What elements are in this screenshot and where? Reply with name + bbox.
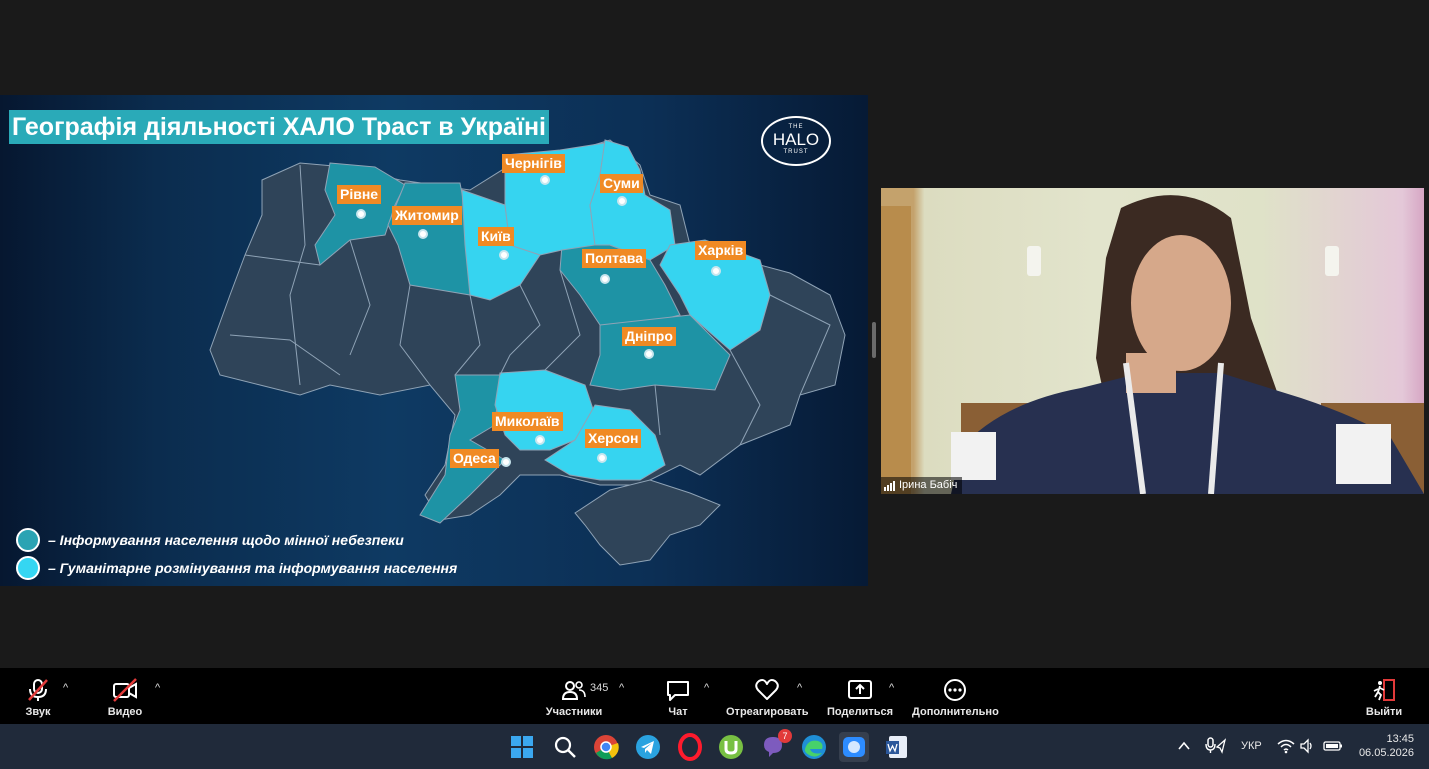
- participants-button[interactable]: Участники: [543, 668, 605, 724]
- more-options-icon: [944, 679, 966, 701]
- utorrent-icon[interactable]: [717, 733, 745, 761]
- city-label-rivne: Рівне: [337, 185, 382, 219]
- chat-button[interactable]: Чат: [656, 668, 700, 724]
- heart-icon: [755, 679, 779, 700]
- legend-swatch: [16, 528, 40, 552]
- more-button[interactable]: Дополнительно: [912, 668, 999, 724]
- video-options-chevron-icon[interactable]: ^: [155, 682, 165, 694]
- city-marker: [501, 457, 511, 467]
- battery-icon[interactable]: [1323, 739, 1343, 753]
- map-region-crimea: [574, 479, 721, 566]
- share-screen-icon: [848, 680, 872, 699]
- search-icon[interactable]: [551, 733, 579, 761]
- city-label-chernihiv: Чернігів: [502, 154, 565, 185]
- ukraine-map: [209, 139, 846, 566]
- windows-start-icon[interactable]: [508, 733, 536, 761]
- word-icon[interactable]: [883, 733, 911, 761]
- participants-icon: [561, 681, 586, 700]
- shared-screen-slide: Географія діяльності ХАЛО Траст в Україн…: [0, 95, 868, 586]
- city-label-kherson: Херсон: [585, 429, 642, 463]
- edge-icon[interactable]: [800, 733, 828, 761]
- participants-count: 345: [590, 682, 609, 694]
- opera-icon[interactable]: [676, 733, 704, 761]
- audio-options-chevron-icon[interactable]: ^: [63, 682, 73, 694]
- windows-taskbar: 7 УКР 13:45 06.05.2026: [0, 724, 1429, 769]
- halo-trust-logo: THE HALO TRUST: [761, 116, 831, 166]
- zoom-app[interactable]: [839, 732, 869, 762]
- clock-time: 13:45: [1386, 733, 1414, 745]
- chat-options-chevron-icon[interactable]: ^: [704, 682, 714, 694]
- split-view-handle[interactable]: [872, 322, 876, 358]
- telegram-icon[interactable]: [634, 733, 662, 761]
- connection-signal-icon: [884, 480, 895, 491]
- leave-door-icon: [1373, 679, 1395, 701]
- meeting-toolbar: Звук ^ Видео ^ Участники 345 ^ Чат ^ Отр…: [0, 668, 1429, 724]
- city-label-poltava: Полтава: [582, 249, 647, 284]
- city-label-dnipro: Дніпро: [622, 327, 676, 359]
- city-label-kharkiv: Харків: [695, 241, 747, 276]
- city-label-kyiv: Київ: [478, 227, 514, 260]
- participant-name: Ірина Бабіч: [899, 479, 958, 491]
- share-options-chevron-icon[interactable]: ^: [889, 682, 899, 694]
- city-marker: [418, 229, 428, 239]
- chat-icon: [667, 681, 689, 701]
- city-marker: [597, 453, 607, 463]
- wifi-icon[interactable]: [1277, 738, 1295, 754]
- zoom-icon: [843, 737, 865, 757]
- city-marker: [617, 196, 627, 206]
- participant-person: [951, 195, 1424, 494]
- city-marker: [600, 274, 610, 284]
- city-label-mykolaiv: Миколаїв: [492, 412, 563, 445]
- chevron-up-icon[interactable]: [1175, 737, 1193, 755]
- city-marker: [644, 349, 654, 359]
- slide-title: Географія діяльності ХАЛО Траст в Україн…: [9, 110, 549, 144]
- city-label-zhytomyr: Житомир: [392, 206, 462, 239]
- city-marker: [535, 435, 545, 445]
- react-button[interactable]: Отреагировать: [726, 668, 809, 724]
- city-marker: [499, 250, 509, 260]
- video-button[interactable]: Видео: [100, 668, 150, 724]
- clock-date: 06.05.2026: [1358, 747, 1414, 759]
- viber-notification-badge: 7: [778, 729, 792, 743]
- city-label-sumy: Суми: [600, 174, 643, 206]
- participant-video[interactable]: Ірина Бабіч: [881, 188, 1424, 494]
- legend-swatch: [16, 556, 40, 580]
- viber-app[interactable]: 7: [759, 729, 792, 761]
- city-label-odesa: Одеса: [450, 449, 511, 468]
- city-marker: [356, 209, 366, 219]
- city-marker: [711, 266, 721, 276]
- react-options-chevron-icon[interactable]: ^: [797, 682, 807, 694]
- input-language-indicator[interactable]: УКР: [1241, 724, 1262, 769]
- meeting-area: Географія діяльності ХАЛО Траст в Україн…: [0, 0, 1429, 668]
- chrome-icon[interactable]: [592, 733, 620, 761]
- participants-options-chevron-icon[interactable]: ^: [619, 682, 629, 694]
- city-marker: [540, 175, 550, 185]
- leave-meeting-button[interactable]: Выйти: [1362, 668, 1406, 724]
- microphone-tray-icon[interactable]: [1204, 736, 1226, 756]
- microphone-muted-icon: [28, 679, 48, 701]
- share-screen-button[interactable]: Поделиться: [826, 668, 894, 724]
- participant-name-tag: Ірина Бабіч: [881, 477, 963, 494]
- volume-icon[interactable]: [1299, 738, 1315, 754]
- camera-off-icon: [113, 678, 137, 702]
- clock[interactable]: 13:45 06.05.2026: [1352, 724, 1414, 769]
- audio-button[interactable]: Звук: [14, 668, 62, 724]
